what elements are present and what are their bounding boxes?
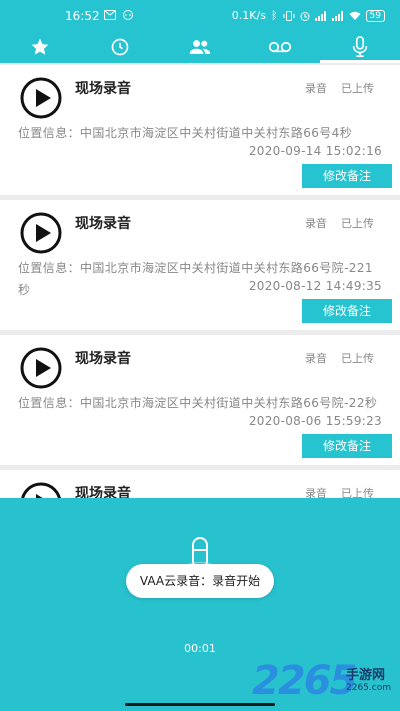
play-icon[interactable] [20,77,62,119]
status-right: 0.1K/s ᛒ 59 [232,9,385,22]
edit-note-button[interactable]: 修改备注 [302,434,392,458]
tab-recording[interactable] [320,30,400,63]
recording-item: 现场录音 录音 已上传 位置信息：中国北京市海淀区中关村街道中关村东路66号院-… [0,335,400,465]
network-speed: 0.1K/s [231,9,266,22]
recording-type: 录音 [305,82,327,95]
clock-icon [111,38,129,55]
star-icon [31,38,49,55]
upload-status: 已上传 [341,217,374,230]
vibrate-icon [283,10,295,21]
status-bar: 16:52 0.1K/s ᛒ 59 [0,0,400,30]
recording-type: 录音 [305,352,327,365]
alarm-icon [300,11,310,21]
watermark-label: 手游网 [346,668,386,683]
recording-title: 现场录音 [75,216,131,232]
chat-icon [123,10,133,20]
recording-item: 现场录音 录音 已上传 位置信息：中国北京市海淀区中关村街道中关村东路66号院-… [0,200,400,330]
recording-date: 2020-08-06 15:59:23 [248,414,382,428]
watermark-number: 2265 [252,658,357,704]
upload-status: 已上传 [341,352,374,365]
active-tab-indicator [320,60,400,63]
edit-note-button[interactable]: 修改备注 [302,299,392,323]
play-icon[interactable] [20,212,62,254]
upload-status: 已上传 [341,82,374,95]
recording-item: 现场录音 录音 已上传 位置信息：中国北京市海淀区中关村街道中关村东路66号4秒… [0,65,400,195]
watermark-url: 2265.com [346,683,391,693]
site-watermark: 2265 手游网 2265.com [250,658,400,708]
recording-timer: 00:01 [184,642,216,655]
recording-type: 录音 [305,217,327,230]
tab-history[interactable] [80,30,160,63]
recording-start-toast: VAA云录音：录音开始 [126,564,274,598]
people-icon [189,39,211,54]
location-info: 位置信息：中国北京市海淀区中关村街道中关村东路66号院-22秒 [18,396,378,410]
recording-title: 现场录音 [75,81,131,97]
mail-icon [104,10,116,20]
tab-contacts[interactable] [160,30,240,63]
tab-bar [0,30,400,63]
recording-date: 2020-09-14 15:02:16 [248,144,382,158]
tab-favorites[interactable] [0,30,80,63]
signal-icon [331,10,343,21]
status-time: 16:52 [65,9,100,23]
tab-voicemail[interactable] [240,30,320,63]
location-info: 位置信息：中国北京市海淀区中关村街道中关村东路66号4秒 [18,126,353,140]
battery-icon: 59 [365,9,385,22]
voicemail-icon [268,41,292,52]
signal-icon [314,10,326,21]
recording-date: 2020-08-12 14:49:35 [248,279,382,293]
notification-icons [104,10,134,20]
microphone-icon [352,35,368,57]
play-icon[interactable] [20,347,62,389]
edit-note-button[interactable]: 修改备注 [302,164,392,188]
bluetooth-icon: ᛒ [270,9,278,22]
recording-title: 现场录音 [75,351,131,367]
wifi-icon [349,11,361,20]
